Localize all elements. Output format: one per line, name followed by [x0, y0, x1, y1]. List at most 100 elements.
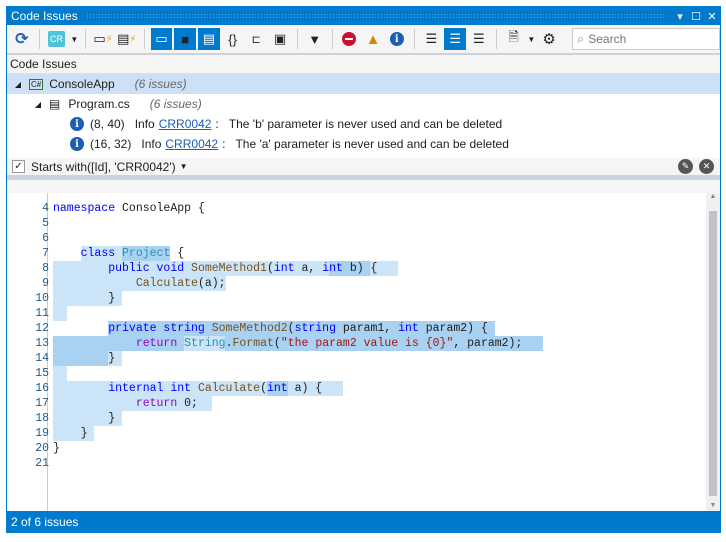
issue-row[interactable]: i (16, 32) Info CRR0042 : The 'a' parame…: [7, 134, 720, 154]
info-icon: i: [70, 117, 84, 131]
code-token: }: [53, 427, 88, 440]
close-icon[interactable]: ✕: [704, 10, 720, 23]
code-token: , param2);: [453, 337, 523, 350]
code-line[interactable]: namespace ConsoleApp {: [53, 201, 522, 216]
code-preview[interactable]: 4 5 6 7 8 9 10 11 12 13 14 15 16 17 18 19 20 21 namespace…: [7, 193, 720, 511]
line-number: 9: [42, 277, 49, 290]
tree-item-file[interactable]: ◢ ▤ Program.cs (6 issues): [7, 94, 720, 114]
code-line[interactable]: class Project {: [53, 246, 522, 261]
issue-separator: :: [222, 137, 226, 151]
code-token: SomeMethod2: [211, 322, 288, 335]
scroll-up-icon[interactable]: ▲: [706, 193, 720, 200]
list-view-icon[interactable]: ☰: [468, 28, 490, 50]
chevron-down-icon[interactable]: ▼: [179, 162, 189, 171]
issue-severity: Info: [141, 137, 162, 151]
edit-filter-icon[interactable]: ✎: [678, 159, 693, 174]
scroll-down-icon[interactable]: ▼: [706, 502, 720, 509]
line-number: 4: [42, 202, 49, 215]
code-line[interactable]: [53, 366, 522, 381]
vertical-scrollbar[interactable]: ▲ ▼: [706, 193, 720, 511]
code-token: param1,: [336, 322, 399, 335]
filter-checkbox[interactable]: ✓: [12, 160, 25, 173]
refresh-icon[interactable]: ⟳: [11, 28, 33, 50]
code-line[interactable]: }: [53, 351, 522, 366]
code-token: Project: [122, 247, 171, 260]
chevron-down-icon[interactable]: ▼: [69, 35, 79, 44]
selection-highlight: [53, 366, 67, 381]
expand-triangle-icon[interactable]: ◢: [31, 100, 45, 109]
cr-icon: CR: [48, 31, 66, 47]
export-icon[interactable]: 🗎: [503, 28, 525, 50]
code-token: return: [135, 397, 178, 410]
issue-count: (6 issues): [134, 77, 187, 91]
code-line[interactable]: }: [53, 426, 522, 441]
code-token: class: [80, 247, 116, 260]
code-line[interactable]: }: [53, 441, 522, 456]
search-box[interactable]: ⌕: [571, 28, 721, 50]
code-token: public void: [108, 262, 185, 275]
code-line[interactable]: return String.Format("the param2 value i…: [53, 336, 543, 351]
braces-icon[interactable]: {}: [222, 28, 244, 50]
line-number: 20: [35, 442, 49, 455]
detailed-view-icon[interactable]: ☰: [444, 28, 467, 50]
document-lightning-icon[interactable]: ▤ ⚡: [116, 28, 138, 50]
code-token: string: [294, 322, 336, 335]
tree-item-project[interactable]: ◢ C# ConsoleApp (6 issues): [7, 74, 720, 94]
clear-filter-icon[interactable]: ✕: [699, 159, 714, 174]
expand-triangle-icon[interactable]: ◢: [11, 80, 25, 89]
info-icon: i: [70, 137, 84, 151]
code-line[interactable]: return 0;: [53, 396, 522, 411]
code-line[interactable]: }: [53, 291, 522, 306]
line-number: 6: [42, 232, 49, 245]
code-line[interactable]: [53, 306, 522, 321]
code-token: a,: [294, 262, 323, 275]
compact-view-icon[interactable]: ☰: [421, 28, 443, 50]
code-token: namespace: [53, 202, 116, 215]
file-scope-icon[interactable]: ▤: [198, 28, 220, 50]
folder-scope-icon[interactable]: ■: [174, 28, 197, 50]
line-number: 19: [35, 427, 49, 440]
warning-icon[interactable]: ▲: [362, 28, 384, 50]
code-line[interactable]: public void SomeMethod1(int a, int b) {: [53, 261, 522, 276]
error-icon[interactable]: [339, 28, 361, 50]
code-line[interactable]: [53, 231, 522, 246]
line-number: 12: [35, 322, 49, 335]
issues-tree: ◢ C# ConsoleApp (6 issues) ◢ ▤ Program.c…: [7, 74, 720, 158]
chevron-down-icon[interactable]: ▼: [526, 35, 536, 44]
code-line[interactable]: [53, 216, 522, 231]
code-token: int: [266, 382, 288, 395]
hierarchy-icon[interactable]: ⊏: [245, 28, 267, 50]
line-number: 13: [35, 337, 49, 350]
dropdown-icon[interactable]: ▾: [672, 10, 688, 23]
scrollbar-thumb[interactable]: [709, 211, 717, 496]
filter-expression[interactable]: Starts with([Id], 'CRR0042'): [31, 160, 176, 174]
package-icon[interactable]: ▣: [269, 28, 291, 50]
code-line[interactable]: [53, 456, 522, 471]
code-line[interactable]: }: [53, 411, 522, 426]
search-input[interactable]: [588, 32, 709, 46]
code-token: ConsoleApp {: [115, 202, 205, 215]
window-lightning-icon[interactable]: ▭ ⚡: [92, 28, 114, 50]
filter-icon[interactable]: ▼: [304, 28, 326, 50]
line-number: 7: [42, 247, 49, 260]
code-line[interactable]: Calculate(a);: [53, 276, 522, 291]
code-token: int: [322, 262, 343, 275]
info-icon[interactable]: i: [386, 28, 408, 50]
solution-scope-icon[interactable]: ▭: [150, 28, 173, 50]
cr-button[interactable]: CR: [46, 28, 68, 50]
line-number: 14: [35, 352, 49, 365]
gear-icon[interactable]: ⚙: [538, 28, 560, 50]
code-token: internal int: [108, 382, 192, 395]
code-token: return: [135, 337, 178, 350]
code-line[interactable]: internal int Calculate(int a) {: [53, 381, 522, 396]
maximize-icon[interactable]: ☐: [688, 10, 704, 23]
issue-code-link[interactable]: CRR0042: [165, 137, 218, 151]
issue-code-link[interactable]: CRR0042: [159, 117, 212, 131]
code-token: Format: [232, 337, 274, 350]
issue-row[interactable]: i (8, 40) Info CRR0042 : The 'b' paramet…: [7, 114, 720, 134]
code-line[interactable]: private string SomeMethod2(string param1…: [53, 321, 522, 336]
drag-grip[interactable]: [85, 13, 664, 19]
